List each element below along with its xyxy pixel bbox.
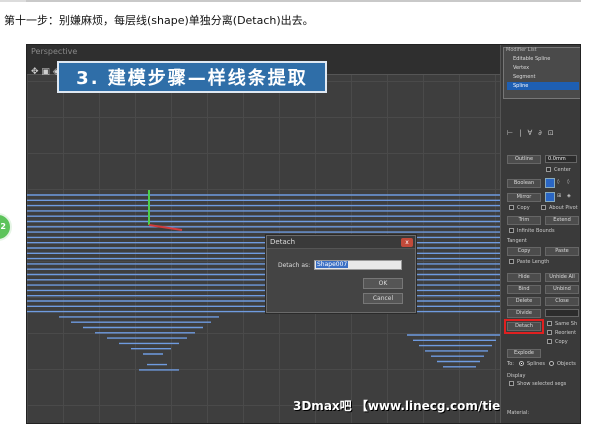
detach-name-value: Shape007 xyxy=(316,261,349,268)
dialog-title: Detach xyxy=(267,236,415,249)
trim-button[interactable]: Trim xyxy=(507,216,541,225)
spline-lines xyxy=(27,190,500,371)
stack-toolbar: ⊢ | ∀ ∂ ⊡ xyxy=(503,129,580,141)
side-badge-text: 72 xyxy=(0,222,6,231)
command-panel: Modifier List Editable Spline Vertex Seg… xyxy=(500,45,580,423)
bind-button[interactable]: Bind xyxy=(507,285,541,294)
close-button[interactable]: Close xyxy=(545,297,579,306)
reorient-checkbox[interactable] xyxy=(547,330,552,335)
detach-as-label: Detach as: xyxy=(278,262,311,269)
title-banner: 3. 建模步骤—样线条提取 xyxy=(57,61,327,93)
title-banner-text: 3. 建模步骤—样线条提取 xyxy=(76,68,308,89)
subtract-icon[interactable]: ◊ xyxy=(557,179,559,185)
pin-stack-icon[interactable]: ⊢ xyxy=(507,129,513,141)
splines-radio[interactable] xyxy=(519,361,524,366)
tangent-group-label: Tangent xyxy=(507,238,527,244)
detach-copy-checkbox[interactable] xyxy=(547,339,552,344)
outline-button[interactable]: Outline xyxy=(507,155,541,164)
outline-value-field[interactable]: 0.0mm xyxy=(545,155,577,163)
make-unique-icon[interactable]: ∀ xyxy=(527,129,532,141)
hide-button[interactable]: Hide xyxy=(507,273,541,282)
stack-item-vertex[interactable]: Vertex xyxy=(507,64,579,72)
remove-modifier-icon[interactable]: ∂ xyxy=(538,129,542,141)
viewport[interactable]: Perspective ✥ ▣ ◈ 3. 建模步骤—样线条提取 3Dmax吧 【… xyxy=(27,45,567,423)
mirror-horizontal-icon[interactable] xyxy=(545,192,555,202)
max-screenshot: Perspective ✥ ▣ ◈ 3. 建模步骤—样线条提取 3Dmax吧 【… xyxy=(26,44,581,424)
show-end-result-icon[interactable]: | xyxy=(519,129,521,141)
center-checkbox[interactable] xyxy=(546,167,551,172)
infinite-bounds-label: Infinite Bounds xyxy=(517,228,555,234)
close-icon[interactable]: x xyxy=(401,238,413,247)
configure-sets-icon[interactable]: ⊡ xyxy=(548,129,554,141)
top-divider xyxy=(26,0,581,2)
step-caption: 第十一步：别嫌麻烦，每层线(shape)单独分离(Detach)出去。 xyxy=(4,14,314,27)
paste-length-checkbox[interactable] xyxy=(509,259,514,264)
detach-copy-label: Copy xyxy=(555,339,568,345)
page: 第十一步：别嫌麻烦，每层线(shape)单独分离(Detach)出去。 72 P… xyxy=(0,0,611,424)
copy-checkbox[interactable] xyxy=(509,205,514,210)
splines-label: Splines xyxy=(527,361,545,367)
stack-item-segment[interactable]: Segment xyxy=(507,73,579,81)
unbind-button[interactable]: Unbind xyxy=(545,285,579,294)
cancel-button[interactable]: Cancel xyxy=(363,293,403,304)
to-label: To: xyxy=(507,361,514,367)
objects-radio[interactable] xyxy=(549,361,554,366)
sidebar-edge xyxy=(0,0,26,2)
infinite-bounds-checkbox[interactable] xyxy=(509,228,514,233)
show-selected-segs-checkbox[interactable] xyxy=(509,381,514,386)
same-shape-checkbox[interactable] xyxy=(547,321,552,326)
show-selected-segs-label: Show selected segs xyxy=(517,381,567,387)
tangent-paste-button[interactable]: Paste xyxy=(545,247,579,256)
extend-button[interactable]: Extend xyxy=(545,216,579,225)
page-right-margin xyxy=(581,44,611,424)
modifier-list-label: Modifier List xyxy=(506,47,537,53)
copy-label: Copy xyxy=(517,205,530,211)
stack-item-spline[interactable]: Spline xyxy=(507,82,579,90)
tangent-copy-button[interactable]: Copy xyxy=(507,247,541,256)
paste-length-label: Paste Length xyxy=(517,259,550,265)
detach-dialog: Detach x Detach as: Shape007 OK Cancel xyxy=(266,235,416,313)
reorient-label: Reorient xyxy=(555,330,577,336)
modifier-stack[interactable]: Modifier List Editable Spline Vertex Seg… xyxy=(503,47,580,99)
divide-count-field[interactable] xyxy=(545,309,579,317)
mirror-both-icon[interactable]: ◈ xyxy=(567,193,571,199)
center-label: Center xyxy=(554,167,571,173)
display-group-label: Display xyxy=(507,373,526,379)
about-pivot-checkbox[interactable] xyxy=(541,205,546,210)
same-shape-label: Same Sh xyxy=(555,321,578,327)
unhide-all-button[interactable]: Unhide All xyxy=(545,273,579,282)
detach-highlight-box xyxy=(504,319,544,334)
stack-item-editable-spline[interactable]: Editable Spline xyxy=(507,55,579,63)
delete-button[interactable]: Delete xyxy=(507,297,541,306)
union-icon[interactable] xyxy=(545,178,555,188)
objects-label: Objects xyxy=(557,361,576,367)
mirror-button[interactable]: Mirror xyxy=(507,193,541,202)
about-pivot-label: About Pivot xyxy=(549,205,578,211)
boolean-button[interactable]: Boolean xyxy=(507,179,541,188)
ok-button[interactable]: OK xyxy=(363,278,403,289)
mirror-vertical-icon[interactable]: ⊞ xyxy=(557,193,561,199)
divide-button[interactable]: Divide xyxy=(507,309,541,318)
detach-name-field[interactable]: Shape007 xyxy=(314,260,402,270)
side-badge[interactable]: 72 xyxy=(0,213,12,241)
materials-label: Material: xyxy=(507,410,529,416)
explode-button[interactable]: Explode xyxy=(507,349,541,358)
intersect-icon[interactable]: ◊ xyxy=(567,179,569,185)
